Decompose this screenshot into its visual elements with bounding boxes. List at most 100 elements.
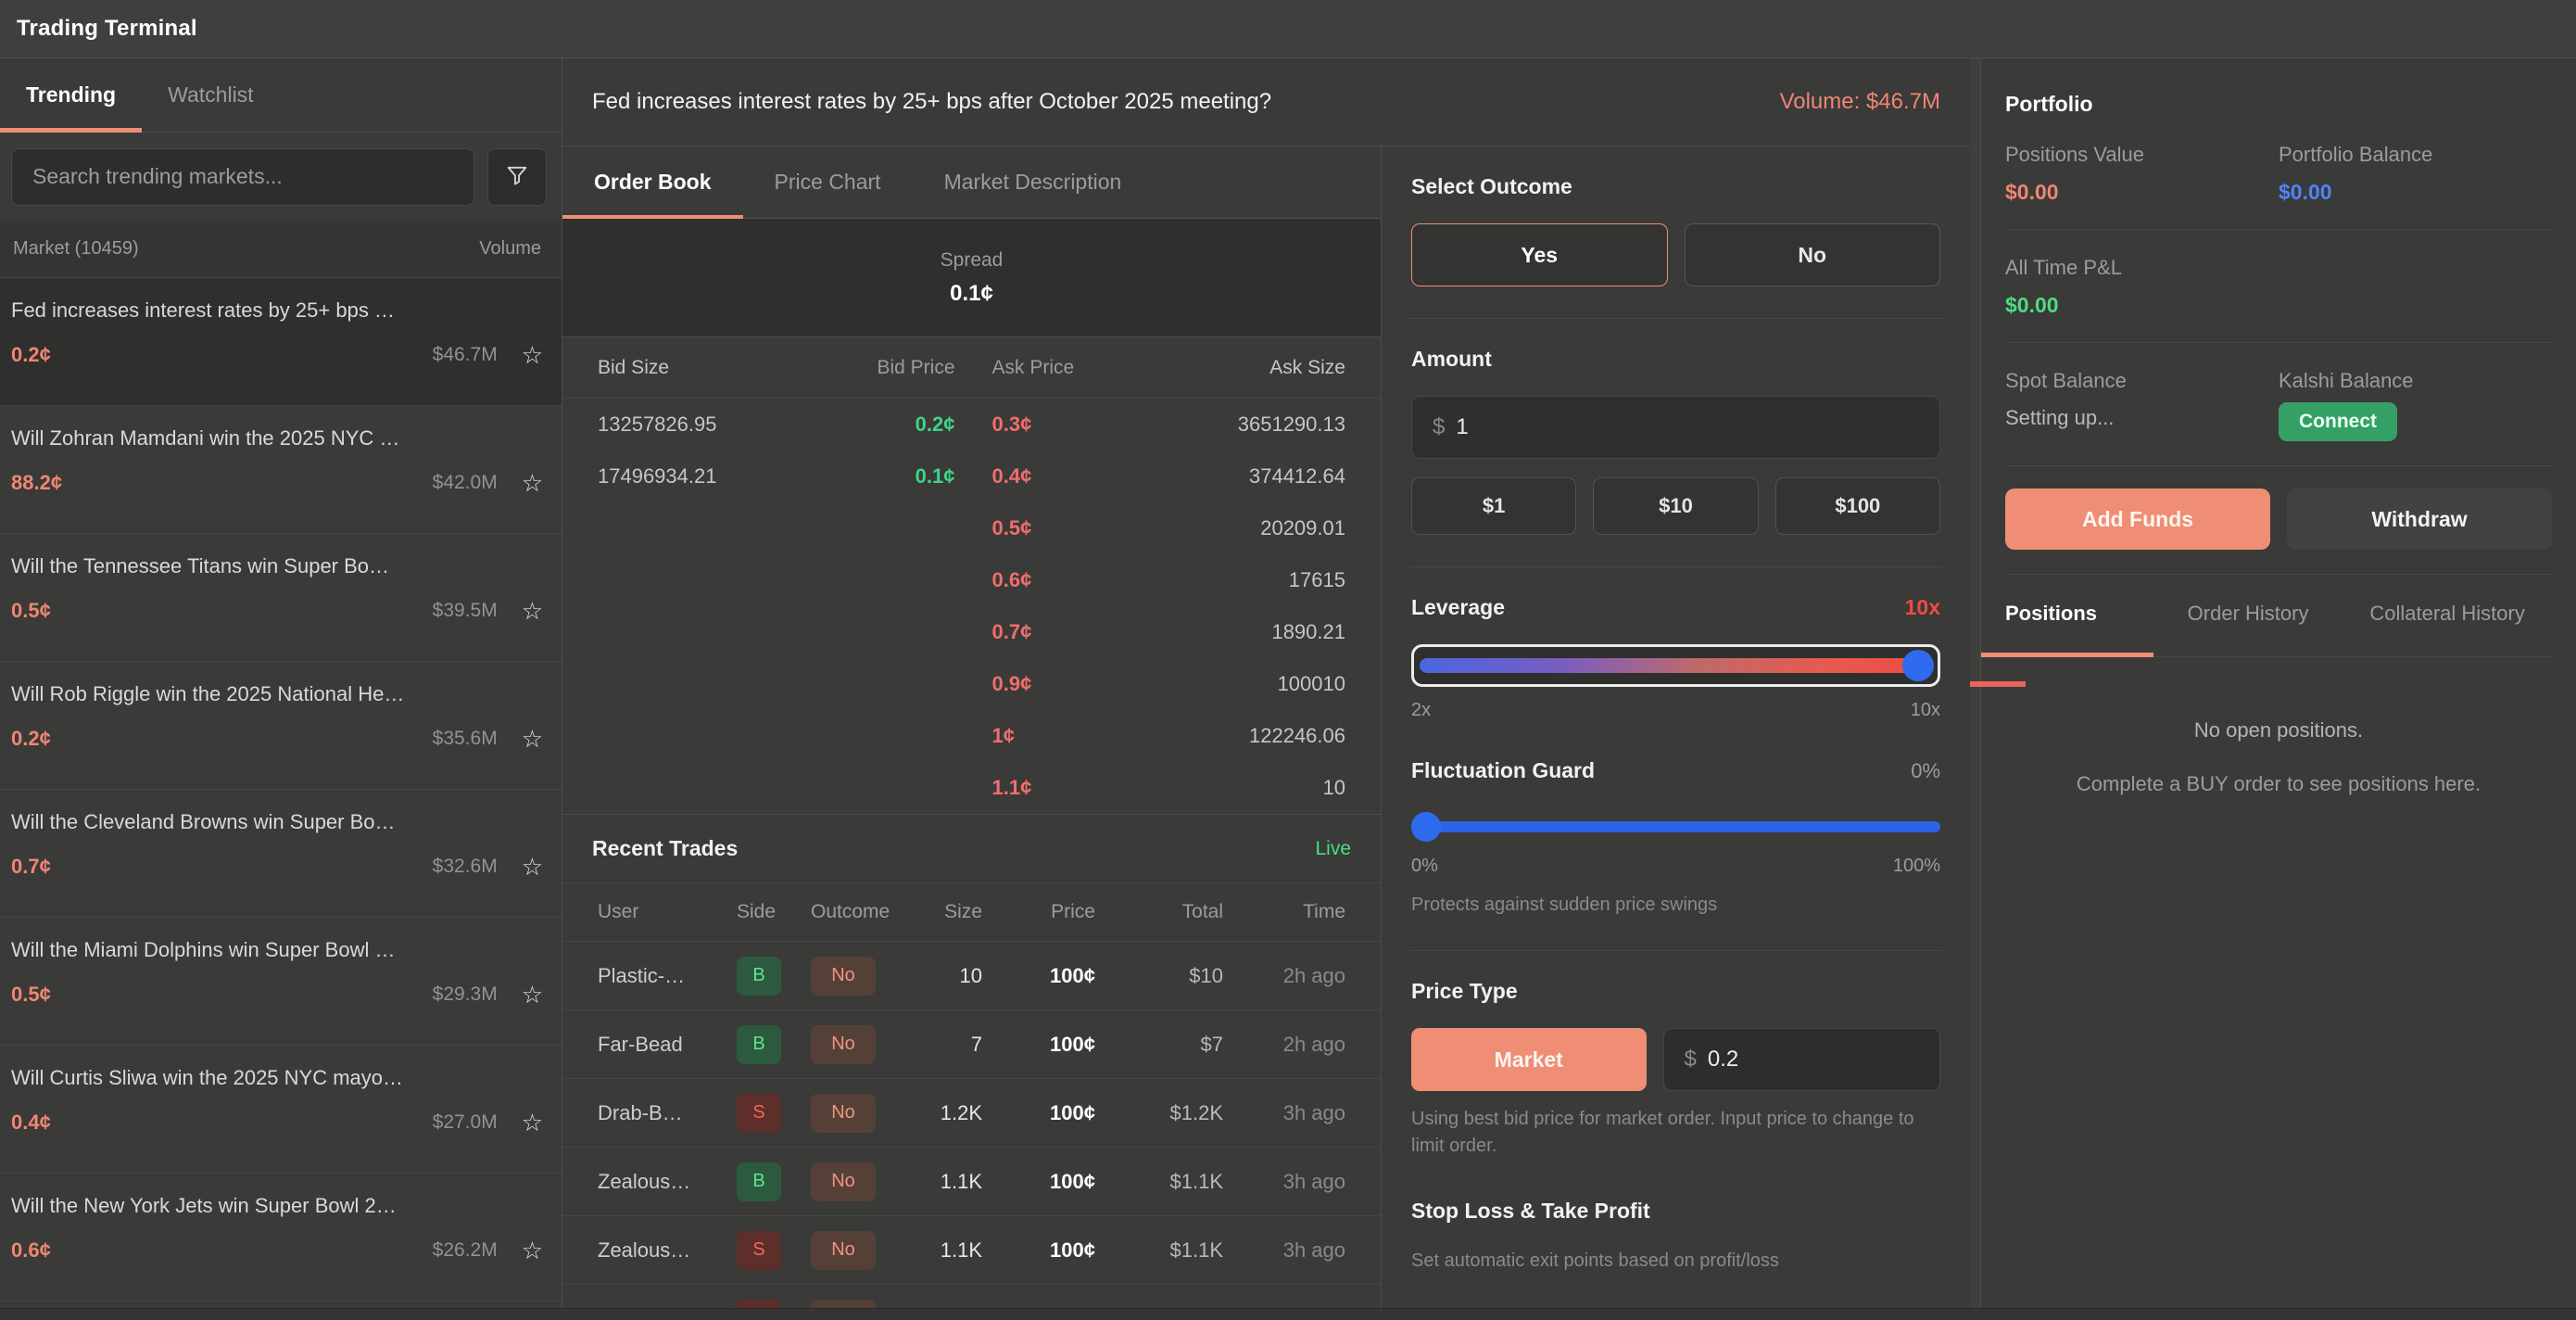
market-list-item[interactable]: Will Zohran Mamdani win the 2025 NYC … 8… (0, 406, 562, 534)
favorite-star-icon[interactable]: ☆ (522, 855, 543, 879)
market-list-item[interactable]: Will the New York Jets win Super Bowl 2…… (0, 1174, 562, 1301)
market-list-item[interactable]: Will Rob Riggle win the 2025 National He… (0, 662, 562, 790)
spot-balance-status: Setting up... (2005, 406, 2279, 430)
horizontal-scrollbar[interactable] (0, 1308, 2576, 1320)
market-view-tabs: Order Book Price Chart Market Descriptio… (562, 146, 1381, 219)
market-view-tab[interactable]: Market Description (913, 146, 1154, 218)
market-list-item[interactable]: Fed increases interest rates by 25+ bps … (0, 278, 562, 406)
sidebar-tab[interactable]: Watchlist (142, 58, 279, 132)
order-book-columns: Bid Size Bid Price Ask Price Ask Size (562, 337, 1381, 399)
favorite-star-icon[interactable]: ☆ (522, 1238, 543, 1263)
portfolio-tab[interactable]: Collateral History (2369, 575, 2552, 656)
market-list-item[interactable]: Will the Tennessee Titans win Super Bo… … (0, 534, 562, 662)
market-title: Will the Miami Dolphins win Super Bowl … (11, 938, 543, 962)
trade-time: 3h ago (1223, 1170, 1345, 1194)
market-view-tab[interactable]: Price Chart (743, 146, 913, 218)
favorite-star-icon[interactable]: ☆ (522, 983, 543, 1007)
ask-price: 0.7¢ (972, 620, 1150, 644)
order-book-row[interactable]: 1¢ 122246.06 (562, 710, 1381, 762)
sidebar-tab[interactable]: Trending (0, 58, 142, 132)
trades-table-columns: User Side Outcome Size Price Total Time (562, 882, 1381, 942)
market-volume: $42.0M (433, 472, 498, 494)
trade-row[interactable]: Zealous… S No 1.1K 100¢ $1.1K 3h ago (562, 1216, 1381, 1285)
market-view-tab[interactable]: Order Book (562, 146, 743, 218)
trade-outcome-badge: No (811, 1162, 876, 1201)
fluctuation-guard-max: 100% (1893, 856, 1940, 877)
trade-total: $1.1K (1095, 1170, 1223, 1194)
order-book-row[interactable]: 0.7¢ 1890.21 (562, 606, 1381, 658)
trade-time: 2h ago (1223, 1033, 1345, 1057)
favorite-star-icon[interactable]: ☆ (522, 727, 543, 751)
bid-price: 0.1¢ (813, 464, 972, 489)
ask-price: 1.1¢ (972, 776, 1150, 800)
amount-input[interactable]: $ 1 (1411, 396, 1940, 459)
order-book-row[interactable]: 17496934.21 0.1¢ 0.4¢ 374412.64 (562, 451, 1381, 502)
trade-user: Far-Bead (598, 1033, 737, 1057)
order-book-row[interactable]: 13257826.95 0.2¢ 0.3¢ 3651290.13 (562, 399, 1381, 451)
portfolio-tabs: Positions Order History Collateral Histo… (2005, 575, 2552, 657)
leverage-slider-handle[interactable] (1902, 650, 1934, 681)
quick-amount-button[interactable]: $1 (1411, 477, 1576, 535)
limit-price-input[interactable]: $ 0.2 (1663, 1028, 1941, 1091)
leverage-slider[interactable] (1411, 644, 1940, 687)
fluctuation-guard-handle[interactable] (1411, 812, 1441, 842)
recent-trades-header: Recent Trades Live (562, 814, 1381, 882)
fluctuation-guard-slider[interactable] (1411, 811, 1940, 843)
portfolio-tab[interactable]: Positions (2005, 575, 2188, 656)
favorite-star-icon[interactable]: ☆ (522, 471, 543, 495)
search-placeholder: Search trending markets... (32, 164, 283, 189)
ask-size: 17615 (1149, 568, 1345, 592)
market-volume: $46.7M (433, 344, 498, 366)
recent-trades-title: Recent Trades (592, 836, 738, 861)
quick-amount-button[interactable]: $100 (1775, 477, 1940, 535)
order-book-rows: 13257826.95 0.2¢ 0.3¢ 3651290.13 1749693… (562, 399, 1381, 814)
amount-value: 1 (1456, 414, 1468, 440)
outcome-button[interactable]: No (1685, 223, 1941, 286)
search-input[interactable]: Search trending markets... (11, 148, 474, 206)
order-book-row[interactable]: 0.6¢ 17615 (562, 554, 1381, 606)
search-row: Search trending markets... (0, 133, 562, 221)
order-book-row[interactable]: 1.1¢ 10 (562, 762, 1381, 814)
favorite-star-icon[interactable]: ☆ (522, 1111, 543, 1135)
portfolio-tab[interactable]: Order History (2188, 575, 2370, 656)
portfolio-balance: $0.00 (2279, 180, 2552, 205)
amount-section: Amount $ 1 $1 $10 (1409, 319, 1942, 567)
portfolio-tab-label: Order History (2188, 602, 2309, 625)
all-time-pnl: $0.00 (2005, 293, 2552, 318)
trade-side-badge: B (737, 1162, 781, 1201)
outcome-button[interactable]: Yes (1411, 223, 1668, 286)
kalshi-balance-cell: Kalshi Balance Connect (2279, 369, 2552, 441)
favorite-star-icon[interactable]: ☆ (522, 343, 543, 367)
quick-amount-button[interactable]: $10 (1593, 477, 1758, 535)
market-volume: $32.6M (433, 856, 498, 878)
market-meta-row: 0.2¢ $35.6M ☆ (11, 727, 543, 751)
trade-row[interactable]: Drab-B… S No 1.2K 100¢ $1.2K 3h ago (562, 1079, 1381, 1148)
outcome-button-label: Yes (1521, 243, 1558, 268)
market-list-item[interactable]: Will the Miami Dolphins win Super Bowl …… (0, 918, 562, 1046)
withdraw-button[interactable]: Withdraw (2287, 489, 2552, 550)
market-meta-row: 0.7¢ $32.6M ☆ (11, 855, 543, 879)
portfolio-actions: Add Funds Withdraw (2005, 466, 2552, 575)
trade-time: 3h ago (1223, 1101, 1345, 1125)
connect-button[interactable]: Connect (2279, 402, 2397, 441)
market-price: 0.2¢ (11, 343, 51, 367)
col-ask-price: Ask Price (972, 357, 1150, 379)
favorite-star-icon[interactable]: ☆ (522, 599, 543, 623)
price-currency-prefix: $ (1685, 1047, 1697, 1072)
trade-row[interactable]: Far-Bead B No 7 100¢ $7 2h ago (562, 1010, 1381, 1079)
trade-row[interactable]: Zealous… B No 1.1K 100¢ $1.1K 3h ago (562, 1148, 1381, 1216)
trade-row[interactable]: Plastic-… B No 10 100¢ $10 2h ago (562, 942, 1381, 1010)
order-book-row[interactable]: 0.5¢ 20209.01 (562, 502, 1381, 554)
market-list-item[interactable]: Will the Cleveland Browns win Super Bo… … (0, 790, 562, 918)
markets-sidebar: Trending Watchlist Search trending marke… (0, 58, 562, 1320)
market-order-button[interactable]: Market (1411, 1028, 1647, 1091)
price-type-label: Price Type (1411, 979, 1940, 1004)
bid-size: 13257826.95 (598, 412, 813, 437)
order-book-row[interactable]: 0.9¢ 100010 (562, 658, 1381, 710)
market-list-item[interactable]: Will Curtis Sliwa win the 2025 NYC mayo…… (0, 1046, 562, 1174)
trade-outcome-badge: No (811, 957, 876, 996)
filter-button[interactable] (487, 148, 547, 206)
spread-value: 0.1¢ (950, 281, 993, 307)
market-price: 0.5¢ (11, 599, 51, 623)
add-funds-button[interactable]: Add Funds (2005, 489, 2270, 550)
